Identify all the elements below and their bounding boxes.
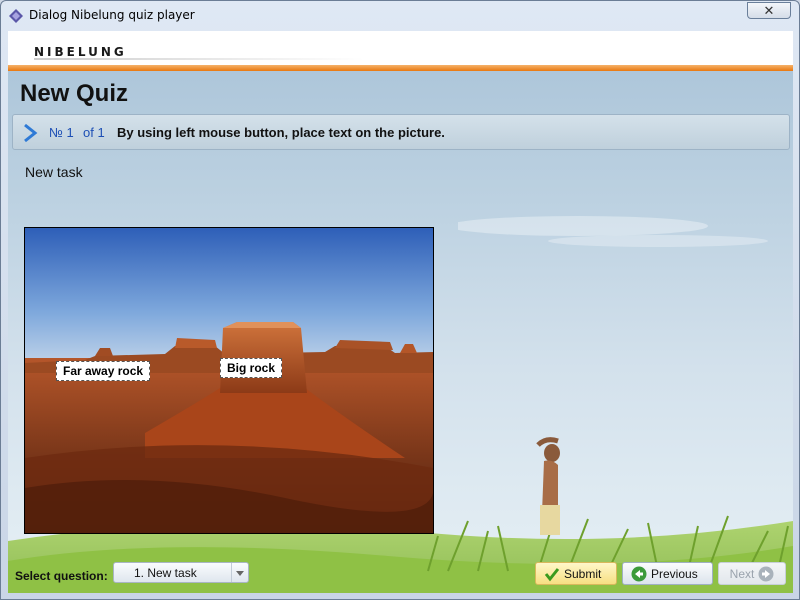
previous-label: Previous	[651, 566, 698, 581]
submit-button[interactable]: Submit	[535, 562, 617, 585]
quiz-title: New Quiz	[20, 80, 129, 107]
logo-underline	[34, 58, 364, 60]
dialog-window: Dialog Nibelung quiz player ✕ NIBELUNG N…	[0, 0, 800, 600]
quiz-player-area: NIBELUNG New Quiz № 1 of 1 By using left…	[8, 31, 793, 593]
close-button[interactable]: ✕	[747, 2, 791, 19]
bottom-bar: Select question: 1. New task Submit Prev…	[8, 558, 793, 593]
checkmark-icon	[544, 567, 560, 581]
task-number: № 1	[49, 125, 74, 140]
chevron-right-icon	[24, 123, 38, 143]
select-question-label: Select question:	[15, 569, 108, 583]
back-arrow-icon	[631, 566, 647, 581]
placed-label-big-rock[interactable]: Big rock	[220, 358, 283, 378]
forward-arrow-icon	[758, 566, 774, 581]
next-label: Next	[729, 566, 755, 581]
background-clouds	[458, 216, 768, 247]
nibelung-logo: NIBELUNG	[34, 45, 127, 59]
next-button[interactable]: Next	[718, 562, 786, 585]
app-icon	[9, 9, 23, 23]
task-name: New task	[25, 164, 83, 180]
quiz-picture[interactable]: Far away rock Big rock	[24, 227, 434, 534]
chevron-down-icon[interactable]	[231, 563, 248, 582]
previous-button[interactable]: Previous	[622, 562, 713, 585]
header-accent-bar	[8, 65, 793, 71]
task-instruction: By using left mouse button, place text o…	[117, 125, 445, 140]
placed-label-far-away-rock[interactable]: Far away rock	[56, 361, 151, 381]
question-select-value: 1. New task	[134, 566, 197, 580]
person-figure	[536, 437, 560, 535]
title-bar[interactable]: Dialog Nibelung quiz player ✕	[1, 1, 799, 31]
header-band: NIBELUNG	[8, 31, 793, 65]
task-total: of 1	[83, 125, 105, 140]
question-select[interactable]: 1. New task	[113, 562, 249, 583]
submit-label: Submit	[564, 566, 602, 581]
close-icon: ✕	[763, 3, 775, 18]
window-title: Dialog Nibelung quiz player	[29, 8, 195, 22]
task-header-bar: № 1 of 1 By using left mouse button, pla…	[12, 114, 790, 150]
